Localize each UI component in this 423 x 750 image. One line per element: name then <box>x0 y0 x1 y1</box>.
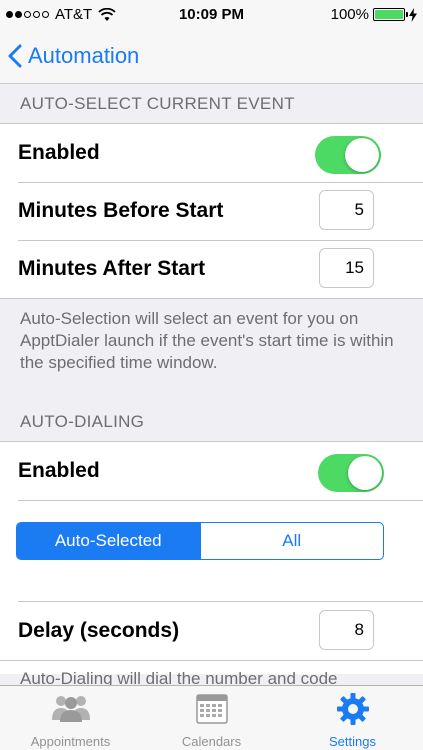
chevron-left-icon <box>8 44 22 68</box>
auto-select-group: Enabled Minutes Before Start 5 Minutes A… <box>0 123 423 299</box>
auto-dial-enabled-label: Enabled <box>18 459 100 482</box>
back-label: Automation <box>28 43 140 68</box>
minutes-before-label: Minutes Before Start <box>18 199 224 222</box>
auto-dial-enabled-toggle[interactable] <box>318 454 384 492</box>
segment-all[interactable]: All <box>199 523 384 559</box>
delay-label: Delay (seconds) <box>18 619 180 642</box>
divider <box>18 500 423 501</box>
battery-percent: 100% <box>330 6 369 23</box>
status-bar: AT&T 10:09 PM 100% <box>0 0 423 30</box>
minutes-before-field[interactable]: 5 <box>319 190 374 230</box>
charging-bolt-icon <box>409 7 417 22</box>
minutes-before-row: Minutes Before Start 5 <box>0 182 423 240</box>
group-bottom-border <box>0 660 423 661</box>
section-header-auto-select: AUTO-SELECT CURRENT EVENT <box>20 94 295 113</box>
tab-appointments[interactable]: Appointments <box>0 686 141 750</box>
back-button[interactable]: Automation <box>8 38 139 74</box>
navigation-bar: Automation <box>0 30 423 84</box>
battery-fill <box>375 10 403 19</box>
toggle-knob <box>348 456 382 490</box>
battery-icon <box>373 8 408 21</box>
tab-settings-label: Settings <box>329 734 376 749</box>
auto-select-enabled-label: Enabled <box>18 141 100 164</box>
auto-dial-enabled-row: Enabled <box>0 442 423 500</box>
tab-appointments-label: Appointments <box>30 734 111 749</box>
gear-icon <box>336 693 369 725</box>
tab-calendars-label: Calendars <box>181 734 242 749</box>
segment-auto-selected[interactable]: Auto-Selected <box>17 523 200 559</box>
minutes-after-label: Minutes After Start <box>18 257 206 280</box>
section-header-auto-dialing: AUTO-DIALING <box>20 412 145 431</box>
tab-bar: Appointments Calendars Settings <box>0 685 423 750</box>
auto-dial-group: Enabled Auto-Selected All Delay (seconds… <box>0 441 423 674</box>
auto-dial-mode-segmented-control: Auto-Selected All <box>16 522 384 560</box>
minutes-after-row: Minutes After Start 15 <box>0 240 423 298</box>
calendar-icon <box>195 694 228 724</box>
delay-row: Delay (seconds) 8 <box>0 602 423 660</box>
people-icon <box>51 696 90 722</box>
toggle-knob <box>345 138 379 172</box>
delay-field[interactable]: 8 <box>319 610 374 650</box>
auto-select-enabled-toggle[interactable] <box>315 136 381 174</box>
auto-select-enabled-row: Enabled <box>0 124 423 182</box>
status-right: 100% <box>331 6 417 23</box>
tab-calendars[interactable]: Calendars <box>141 686 282 750</box>
tab-settings[interactable]: Settings <box>282 686 423 750</box>
minutes-after-field[interactable]: 15 <box>319 248 374 288</box>
auto-select-footer: Auto-Selection will select an event for … <box>20 309 394 372</box>
